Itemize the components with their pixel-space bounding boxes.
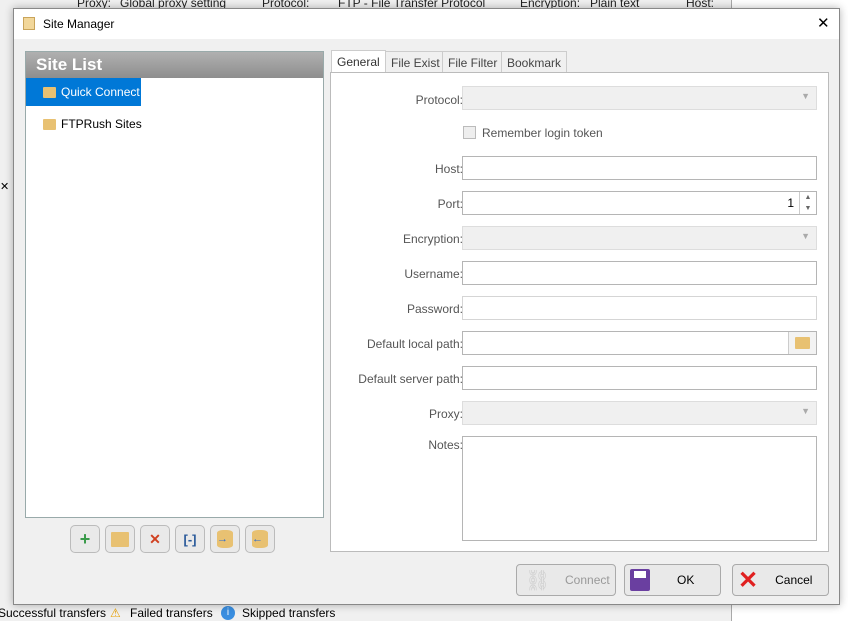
save-icon	[630, 569, 650, 591]
username-label: Username:	[404, 267, 463, 281]
site-manager-icon	[23, 17, 35, 30]
notes-textarea[interactable]	[462, 436, 817, 541]
cancel-button[interactable]: ✕ Cancel	[732, 564, 829, 596]
local-path-label: Default local path:	[366, 337, 463, 351]
close-icon[interactable]: ✕	[0, 180, 9, 193]
port-label: Port:	[437, 197, 463, 211]
new-folder-button[interactable]	[105, 525, 135, 553]
encryption-label: Encryption:	[402, 232, 463, 246]
server-path-label: Default server path:	[358, 372, 463, 386]
cancel-label: Cancel	[775, 573, 813, 587]
password-input[interactable]	[462, 296, 817, 320]
add-site-button[interactable]: +	[70, 525, 100, 553]
tab-failed-transfers[interactable]: Failed transfers	[130, 606, 213, 620]
tab-skipped-transfers[interactable]: Skipped transfers	[242, 606, 335, 620]
browse-folder-button[interactable]	[788, 332, 816, 354]
tab-file-filter[interactable]: File Filter	[442, 51, 504, 73]
host-label: Host:	[434, 162, 463, 176]
transfer-status-tabs: Successful transfers ⚠ Failed transfers …	[0, 605, 340, 621]
local-path-input[interactable]	[462, 331, 817, 355]
dialog-title: Site Manager	[43, 17, 115, 31]
close-button[interactable]: ✕	[817, 14, 830, 32]
link-icon: ⛓	[525, 569, 551, 592]
title-bar: Site Manager ✕	[14, 9, 839, 39]
rename-icon: [-]	[183, 531, 197, 547]
proxy-label: Proxy:	[428, 407, 463, 421]
remember-login-checkbox[interactable]	[463, 126, 476, 139]
host-input[interactable]	[462, 156, 817, 180]
server-path-input[interactable]	[462, 366, 817, 390]
port-stepper[interactable]: 1 ▲ ▼	[462, 191, 817, 215]
site-manager-dialog: Site Manager ✕ Site List Quick Connect F…	[13, 8, 840, 605]
tab-file-exist[interactable]: File Exist	[385, 51, 446, 73]
protocol-select[interactable]: ▼	[462, 86, 817, 110]
site-item-label: FTPRush Sites	[61, 117, 142, 131]
password-label: Password:	[406, 302, 463, 316]
ok-button[interactable]: OK	[624, 564, 721, 596]
import-button[interactable]: →	[210, 525, 240, 553]
connect-button[interactable]: ⛓ Connect	[516, 564, 616, 596]
encryption-select[interactable]: ▼	[462, 226, 817, 250]
chevron-down-icon: ▼	[801, 406, 810, 416]
protocol-label: Protocol:	[415, 93, 463, 107]
folder-icon	[111, 531, 129, 547]
remember-login-label: Remember login token	[482, 126, 603, 140]
rename-button[interactable]: [-]	[175, 525, 205, 553]
ok-label: OK	[677, 573, 695, 587]
site-item-quick-connect[interactable]: Quick Connect	[26, 78, 141, 106]
import-database-icon: →	[217, 530, 233, 548]
general-tab-panel: Protocol: ▼ Remember login token Host: P…	[330, 72, 829, 552]
site-list-title: Site List	[26, 52, 323, 78]
folder-icon	[43, 118, 56, 130]
export-button[interactable]: ←	[245, 525, 275, 553]
chevron-down-icon: ▼	[801, 91, 810, 101]
tab-successful-transfers[interactable]: Successful transfers	[0, 606, 106, 620]
proxy-select[interactable]: ▼	[462, 401, 817, 425]
notes-label: Notes:	[428, 438, 463, 452]
chevron-down-icon: ▼	[801, 231, 810, 241]
folder-icon	[795, 337, 810, 349]
site-list-panel: Site List Quick Connect FTPRush Sites	[25, 51, 324, 518]
warning-icon: ⚠	[110, 606, 121, 620]
site-item-ftprush-sites[interactable]: FTPRush Sites	[26, 110, 142, 138]
export-database-icon: ←	[252, 530, 268, 548]
folder-icon	[43, 86, 56, 98]
info-icon: i	[221, 606, 235, 620]
site-item-label: Quick Connect	[61, 85, 140, 99]
tab-bookmark[interactable]: Bookmark	[501, 51, 568, 73]
username-input[interactable]	[462, 261, 817, 285]
connect-label: Connect	[565, 573, 610, 587]
tab-general[interactable]: General	[331, 50, 386, 73]
port-value: 1	[787, 196, 794, 210]
spin-buttons[interactable]: ▲ ▼	[799, 192, 816, 214]
cancel-x-icon: ✕	[738, 566, 759, 594]
delete-button[interactable]: ✕	[140, 525, 170, 553]
